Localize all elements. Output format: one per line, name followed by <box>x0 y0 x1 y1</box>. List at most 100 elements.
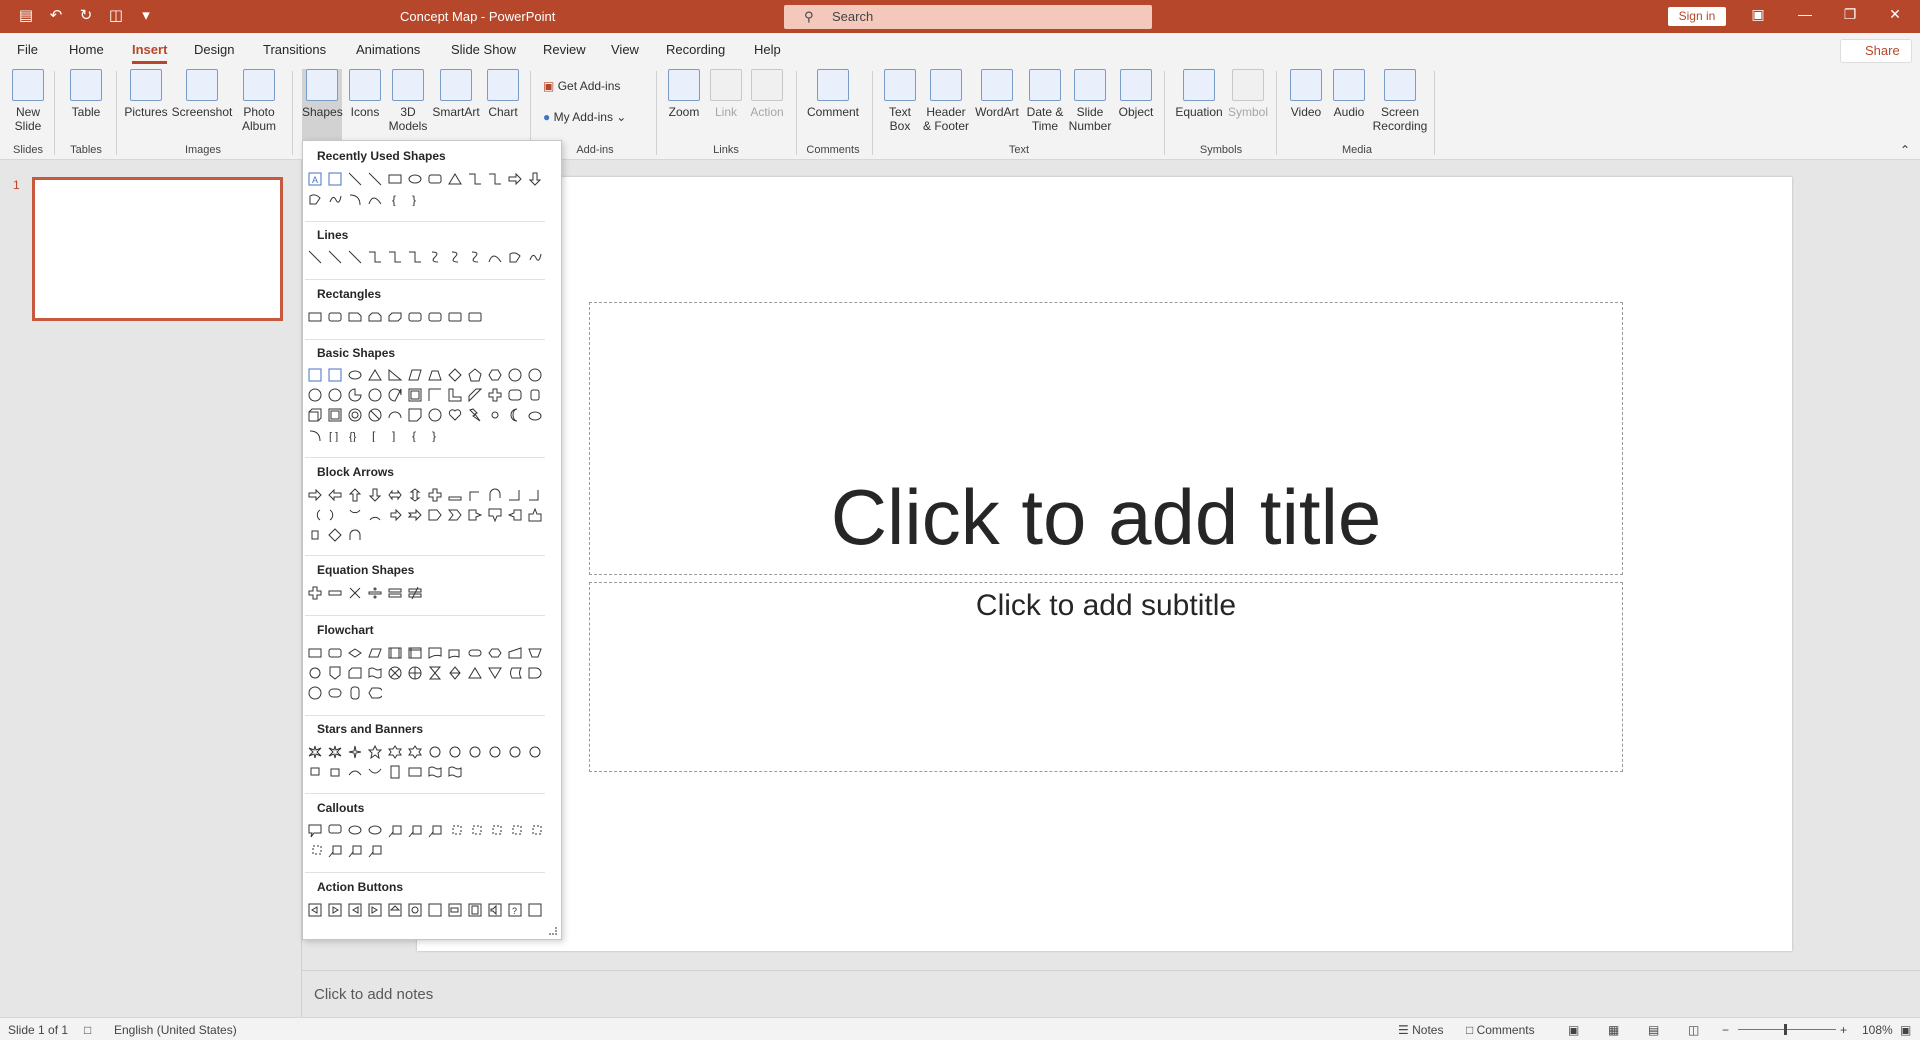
flowchart-direct-access-storage-shape-icon[interactable] <box>347 685 363 701</box>
bevel-shape-icon[interactable] <box>327 407 343 423</box>
rectangle-shape-icon[interactable] <box>307 309 323 325</box>
flowchart-merge-shape-icon[interactable] <box>487 665 503 681</box>
snip-same-side-rectangle-shape-icon[interactable] <box>367 309 383 325</box>
flowchart-process-shape-icon[interactable] <box>307 645 323 661</box>
action-document-shape-icon[interactable] <box>467 902 483 918</box>
star-10-point-shape-icon[interactable] <box>447 744 463 760</box>
icons-button[interactable]: Icons <box>346 69 384 119</box>
curved-double-arrow-shape-icon[interactable] <box>467 249 483 265</box>
tab-review[interactable]: Review <box>543 42 586 57</box>
zoom-out-icon[interactable]: − <box>1722 1023 1729 1037</box>
heart-shape-icon[interactable] <box>447 407 463 423</box>
equal-shape-icon[interactable] <box>387 585 403 601</box>
line-callout-border-1-shape-icon[interactable] <box>307 843 323 859</box>
snip-corner-rectangle-shape-icon[interactable] <box>347 309 363 325</box>
slide-sorter-icon[interactable]: ▦ <box>1608 1023 1619 1037</box>
up-down-arrow-shape-icon[interactable] <box>407 487 423 503</box>
star-7-point-shape-icon[interactable] <box>407 744 423 760</box>
language-status[interactable]: English (United States) <box>114 1023 237 1037</box>
flowchart-card-shape-icon[interactable] <box>347 665 363 681</box>
right-arrow-callout-shape-icon[interactable] <box>467 507 483 523</box>
zoom-slider-thumb[interactable] <box>1784 1024 1787 1035</box>
teardrop-shape-icon[interactable] <box>387 387 403 403</box>
flowchart-document-shape-icon[interactable] <box>427 645 443 661</box>
line-callout-7-shape-icon[interactable] <box>507 823 523 839</box>
pentagon-arrow-shape-icon[interactable] <box>427 507 443 523</box>
action-forward-shape-icon[interactable] <box>327 902 343 918</box>
comment-button[interactable]: Comment <box>804 69 862 119</box>
action-information-shape-icon[interactable] <box>407 902 423 918</box>
ribbon-display-icon[interactable]: ▣ <box>1748 6 1768 23</box>
my-addins-button[interactable]: ● My Add-ins ⌄ <box>543 110 626 124</box>
normal-view-icon[interactable]: ▣ <box>1568 1023 1579 1037</box>
equation-button[interactable]: Equation <box>1172 69 1226 119</box>
tab-view[interactable]: View <box>611 42 639 57</box>
pictures-button[interactable]: Pictures <box>124 69 168 119</box>
object-button[interactable]: Object <box>1114 69 1158 119</box>
zoom-button[interactable]: Zoom <box>664 69 704 119</box>
smiley-face-shape-icon[interactable] <box>427 407 443 423</box>
star-5-point-shape-icon[interactable] <box>367 744 383 760</box>
right-arrow-shape-icon[interactable] <box>507 171 523 187</box>
header-footer-button[interactable]: Header & Footer <box>922 69 970 133</box>
line-callout-5-shape-icon[interactable] <box>467 823 483 839</box>
minimize-icon[interactable]: — <box>1795 6 1815 22</box>
scribble-shape-icon[interactable] <box>527 249 543 265</box>
tab-file[interactable]: File <box>17 42 38 57</box>
flowchart-data-shape-icon[interactable] <box>367 645 383 661</box>
chart-button[interactable]: Chart <box>484 69 522 119</box>
redo-icon[interactable]: ↻ <box>78 8 94 24</box>
division-shape-icon[interactable] <box>367 585 383 601</box>
rectangular-callout-shape-icon[interactable] <box>307 823 323 839</box>
flowchart-magnetic-disk-shape-icon[interactable] <box>327 685 343 701</box>
flowchart-sort-shape-icon[interactable] <box>447 665 463 681</box>
elbow-connector-shape-icon[interactable] <box>467 171 483 187</box>
star-6-point-shape-icon[interactable] <box>387 744 403 760</box>
diamond-shape-icon[interactable] <box>447 367 463 383</box>
left-brace-shape-icon[interactable]: { <box>407 427 423 443</box>
sun-shape-icon[interactable] <box>487 407 503 423</box>
elbow-double-arrow-shape-icon[interactable] <box>407 249 423 265</box>
zoom-level[interactable]: 108% <box>1862 1023 1893 1037</box>
audio-button[interactable]: Audio <box>1328 69 1370 119</box>
arrow-line-shape-icon[interactable] <box>367 171 383 187</box>
circular-arrow-shape-icon[interactable] <box>347 527 363 543</box>
line-callout-2-shape-icon[interactable] <box>407 823 423 839</box>
star-12-point-shape-icon[interactable] <box>467 744 483 760</box>
comments-toggle[interactable]: □ Comments <box>1466 1023 1535 1037</box>
action-end-shape-icon[interactable] <box>367 902 383 918</box>
left-right-up-arrow-shape-icon[interactable] <box>447 487 463 503</box>
line-shape-icon[interactable] <box>347 171 363 187</box>
chord-shape-icon[interactable] <box>367 387 383 403</box>
right-bracket-shape-icon[interactable]: ] <box>387 427 403 443</box>
curved-ribbon-down-shape-icon[interactable] <box>367 764 383 780</box>
triangle-shape-icon[interactable] <box>367 367 383 383</box>
up-arrow-shape-icon[interactable] <box>347 487 363 503</box>
curved-up-arrow-shape-icon[interactable] <box>347 507 363 523</box>
photo-album-button[interactable]: Photo Album <box>236 69 282 133</box>
present-icon[interactable]: ◫ <box>108 8 124 24</box>
star-24-point-shape-icon[interactable] <box>507 744 523 760</box>
left-bracket-shape-icon[interactable]: [ <box>367 427 383 443</box>
flowchart-preparation-shape-icon[interactable] <box>487 645 503 661</box>
double-arrow-line-shape-icon[interactable] <box>347 249 363 265</box>
customize-toolbar-icon[interactable]: ▾ <box>138 8 154 24</box>
diagonal-stripe-shape-icon[interactable] <box>467 387 483 403</box>
snip-round-rectangle-shape-icon[interactable] <box>407 309 423 325</box>
curve-shape-icon[interactable] <box>367 191 383 207</box>
subtitle-placeholder[interactable]: Click to add subtitle <box>589 582 1623 772</box>
lightning-bolt-shape-icon[interactable] <box>467 407 483 423</box>
undo-icon[interactable]: ↶ <box>48 8 64 24</box>
tab-slide-show[interactable]: Slide Show <box>451 42 516 57</box>
plus-shape-icon[interactable] <box>307 585 323 601</box>
flowchart-or-shape-icon[interactable] <box>407 665 423 681</box>
double-brace-shape-icon[interactable]: {} <box>347 427 363 443</box>
line-callout-border-2-shape-icon[interactable] <box>327 843 343 859</box>
action-sound-shape-icon[interactable] <box>487 902 503 918</box>
elbow-arrow-shape-icon[interactable] <box>387 249 403 265</box>
rounded-callout-shape-icon[interactable] <box>327 823 343 839</box>
oval-shape-icon[interactable] <box>347 367 363 383</box>
tab-animations[interactable]: Animations <box>356 42 420 57</box>
round-corner-rectangle-shape-icon[interactable] <box>427 309 443 325</box>
ribbon-tilted-up-shape-icon[interactable] <box>307 764 323 780</box>
